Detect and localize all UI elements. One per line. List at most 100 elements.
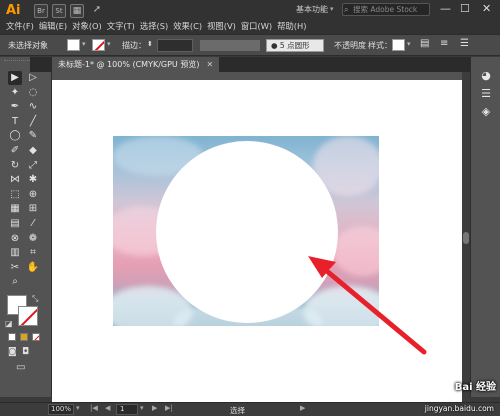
rotate-tool-icon[interactable]: ↻ bbox=[8, 159, 22, 173]
vertical-scrollbar[interactable] bbox=[462, 72, 470, 402]
stroke-swatch[interactable] bbox=[92, 39, 105, 51]
blend-tool-icon[interactable]: ⊗ bbox=[8, 232, 22, 246]
fill-swatch[interactable] bbox=[67, 39, 80, 51]
opacity-link[interactable]: 不透明度 bbox=[334, 40, 366, 51]
zoom-dropdown-icon[interactable]: ▾ bbox=[76, 404, 80, 412]
menu-select[interactable]: 选择(S) bbox=[140, 20, 168, 32]
scrollbar-thumb[interactable] bbox=[463, 232, 469, 244]
stroke-dropdown-icon[interactable]: ▾ bbox=[107, 40, 111, 48]
none-mode-button[interactable] bbox=[32, 333, 40, 341]
canvas-area[interactable] bbox=[52, 72, 462, 402]
annotation-arrow bbox=[308, 256, 427, 355]
menu-view[interactable]: 视图(V) bbox=[207, 20, 236, 32]
menu-help[interactable]: 帮助(H) bbox=[277, 20, 306, 32]
selection-tool-icon[interactable]: ▶ bbox=[8, 71, 22, 85]
mesh-tool-icon[interactable]: ⊞ bbox=[26, 202, 40, 216]
bridge-button[interactable]: Br bbox=[34, 4, 48, 18]
column-graph-icon[interactable]: ▥ bbox=[8, 246, 22, 260]
scale-tool-icon[interactable]: ⤢ bbox=[26, 159, 40, 173]
stock-search-input[interactable]: ⌕ 搜索 Adobe Stock bbox=[342, 3, 430, 16]
last-artboard-icon[interactable]: ▶| bbox=[165, 404, 173, 412]
artboard-tool-icon[interactable]: ⌗ bbox=[26, 246, 40, 260]
control-bar: 未选择对象 ▾ ▾ 描边： ⬍ ● 5 点圆形 不透明度 样式： ▾ ▤ ≡ ☰ bbox=[0, 34, 500, 56]
variable-width-profile[interactable] bbox=[200, 40, 260, 51]
document-setup-icon[interactable]: ▤ bbox=[420, 38, 429, 49]
shaper-tool-icon[interactable]: ✐ bbox=[8, 144, 22, 158]
menu-file[interactable]: 文件(F) bbox=[6, 20, 34, 32]
color-panel-icon[interactable]: ◕ bbox=[479, 69, 493, 83]
swap-fill-stroke-icon[interactable]: ⤡ bbox=[32, 294, 38, 304]
artboard[interactable] bbox=[52, 80, 462, 402]
slice-tool-icon[interactable]: ✂ bbox=[8, 261, 22, 275]
magic-wand-icon[interactable]: ✦ bbox=[8, 86, 22, 100]
workspace-switcher[interactable]: 基本功能 bbox=[296, 4, 328, 15]
close-tab-icon[interactable]: ✕ bbox=[206, 60, 213, 69]
chevron-down-icon[interactable]: ▾ bbox=[330, 5, 334, 13]
pen-tool-icon[interactable]: ✒ bbox=[8, 100, 22, 114]
puppet-warp-icon[interactable]: ✱ bbox=[26, 173, 40, 187]
properties-panel-icon[interactable]: ☰ bbox=[479, 87, 493, 101]
gradient-tool-icon[interactable]: ▤ bbox=[8, 217, 22, 231]
menu-object[interactable]: 对象(O) bbox=[72, 20, 102, 32]
artboard-dropdown-icon[interactable]: ▾ bbox=[140, 404, 144, 412]
menu-window[interactable]: 窗口(W) bbox=[241, 20, 272, 32]
style-dropdown-icon[interactable]: ▾ bbox=[407, 40, 411, 48]
stroke-label: 描边： bbox=[122, 41, 146, 50]
stroke-stepper-icon[interactable]: ⬍ bbox=[147, 40, 153, 48]
menu-edit[interactable]: 编辑(E) bbox=[39, 20, 67, 32]
align-icon[interactable]: ≡ bbox=[440, 38, 448, 49]
stroke-color-box[interactable] bbox=[18, 306, 38, 326]
graphic-style-swatch[interactable] bbox=[392, 39, 405, 51]
direct-selection-tool-icon[interactable]: ▷ bbox=[26, 71, 40, 85]
color-mode-button[interactable] bbox=[8, 333, 16, 341]
search-placeholder: 搜索 Adobe Stock bbox=[353, 5, 418, 14]
gradient-mode-button[interactable] bbox=[20, 333, 28, 341]
menu-effect[interactable]: 效果(C) bbox=[173, 20, 202, 32]
draw-mode-icon[interactable]: ◙ bbox=[8, 347, 17, 357]
maximize-button[interactable]: ☐ bbox=[460, 2, 470, 15]
menu-list: 文件(F) 编辑(E) 对象(O) 文字(T) 选择(S) 效果(C) 视图(V… bbox=[6, 20, 311, 32]
document-tab[interactable]: 未标题-1* @ 100% (CMYK/GPU 预览) ✕ bbox=[52, 57, 220, 72]
shape-builder-icon[interactable]: ⊕ bbox=[26, 188, 40, 202]
panel-menu-icon[interactable]: ☰ bbox=[460, 38, 469, 49]
screen-mode-icon[interactable]: ▭ bbox=[16, 362, 25, 373]
eyedropper-icon[interactable]: ⁄ bbox=[26, 217, 40, 231]
document-tab-title: 未标题-1* @ 100% (CMYK/GPU 预览) bbox=[58, 60, 200, 69]
rocket-icon[interactable]: ➚ bbox=[90, 4, 104, 18]
curvature-tool-icon[interactable]: ∿ bbox=[26, 100, 40, 114]
panel-dock: ◕ ☰ ◈ bbox=[470, 57, 500, 397]
default-colors-icon[interactable]: ◪ bbox=[5, 319, 13, 328]
prev-artboard-icon[interactable]: ◀ bbox=[105, 404, 110, 412]
current-tool-status: 选择 bbox=[230, 406, 245, 415]
lasso-icon[interactable]: ◌ bbox=[26, 86, 40, 100]
artboard-number-input[interactable]: 1 bbox=[116, 404, 138, 415]
free-transform-icon[interactable]: ⬚ bbox=[8, 188, 22, 202]
type-tool-icon[interactable]: T bbox=[8, 115, 22, 129]
zoom-tool-icon[interactable]: ⌕ bbox=[8, 275, 22, 289]
ellipse-tool-icon[interactable]: ◯ bbox=[8, 129, 22, 143]
minimize-button[interactable]: — bbox=[440, 2, 451, 15]
brush-definition-select[interactable]: ● 5 点圆形 bbox=[266, 39, 324, 52]
perspective-grid-icon[interactable]: ▦ bbox=[8, 202, 22, 216]
close-window-button[interactable]: ✕ bbox=[482, 2, 491, 15]
line-tool-icon[interactable]: ╱ bbox=[26, 115, 40, 129]
eraser-icon[interactable]: ◆ bbox=[26, 144, 40, 158]
paintbrush-icon[interactable]: ✎ bbox=[26, 129, 40, 143]
hand-tool-icon[interactable]: ✋ bbox=[26, 261, 40, 275]
search-icon: ⌕ bbox=[344, 5, 349, 14]
layout-grid-icon[interactable]: ▦ bbox=[70, 4, 84, 18]
draw-inside-icon[interactable]: ◘ bbox=[22, 347, 29, 357]
zoom-level-input[interactable]: 100% bbox=[48, 404, 74, 415]
first-artboard-icon[interactable]: |◀ bbox=[90, 404, 98, 412]
next-artboard-icon[interactable]: ▶ bbox=[152, 404, 157, 412]
layers-panel-icon[interactable]: ◈ bbox=[479, 105, 493, 119]
status-play-icon[interactable]: ▶ bbox=[300, 404, 305, 412]
stock-button[interactable]: St bbox=[52, 4, 66, 18]
fill-dropdown-icon[interactable]: ▾ bbox=[82, 40, 86, 48]
illustrator-logo: Ai bbox=[6, 3, 21, 18]
menu-type[interactable]: 文字(T) bbox=[107, 20, 135, 32]
baidu-watermark-url: jingyan.baidu.com bbox=[424, 404, 494, 413]
width-tool-icon[interactable]: ⋈ bbox=[8, 173, 22, 187]
stroke-weight-input[interactable] bbox=[157, 39, 193, 52]
symbol-sprayer-icon[interactable]: ❁ bbox=[26, 232, 40, 246]
